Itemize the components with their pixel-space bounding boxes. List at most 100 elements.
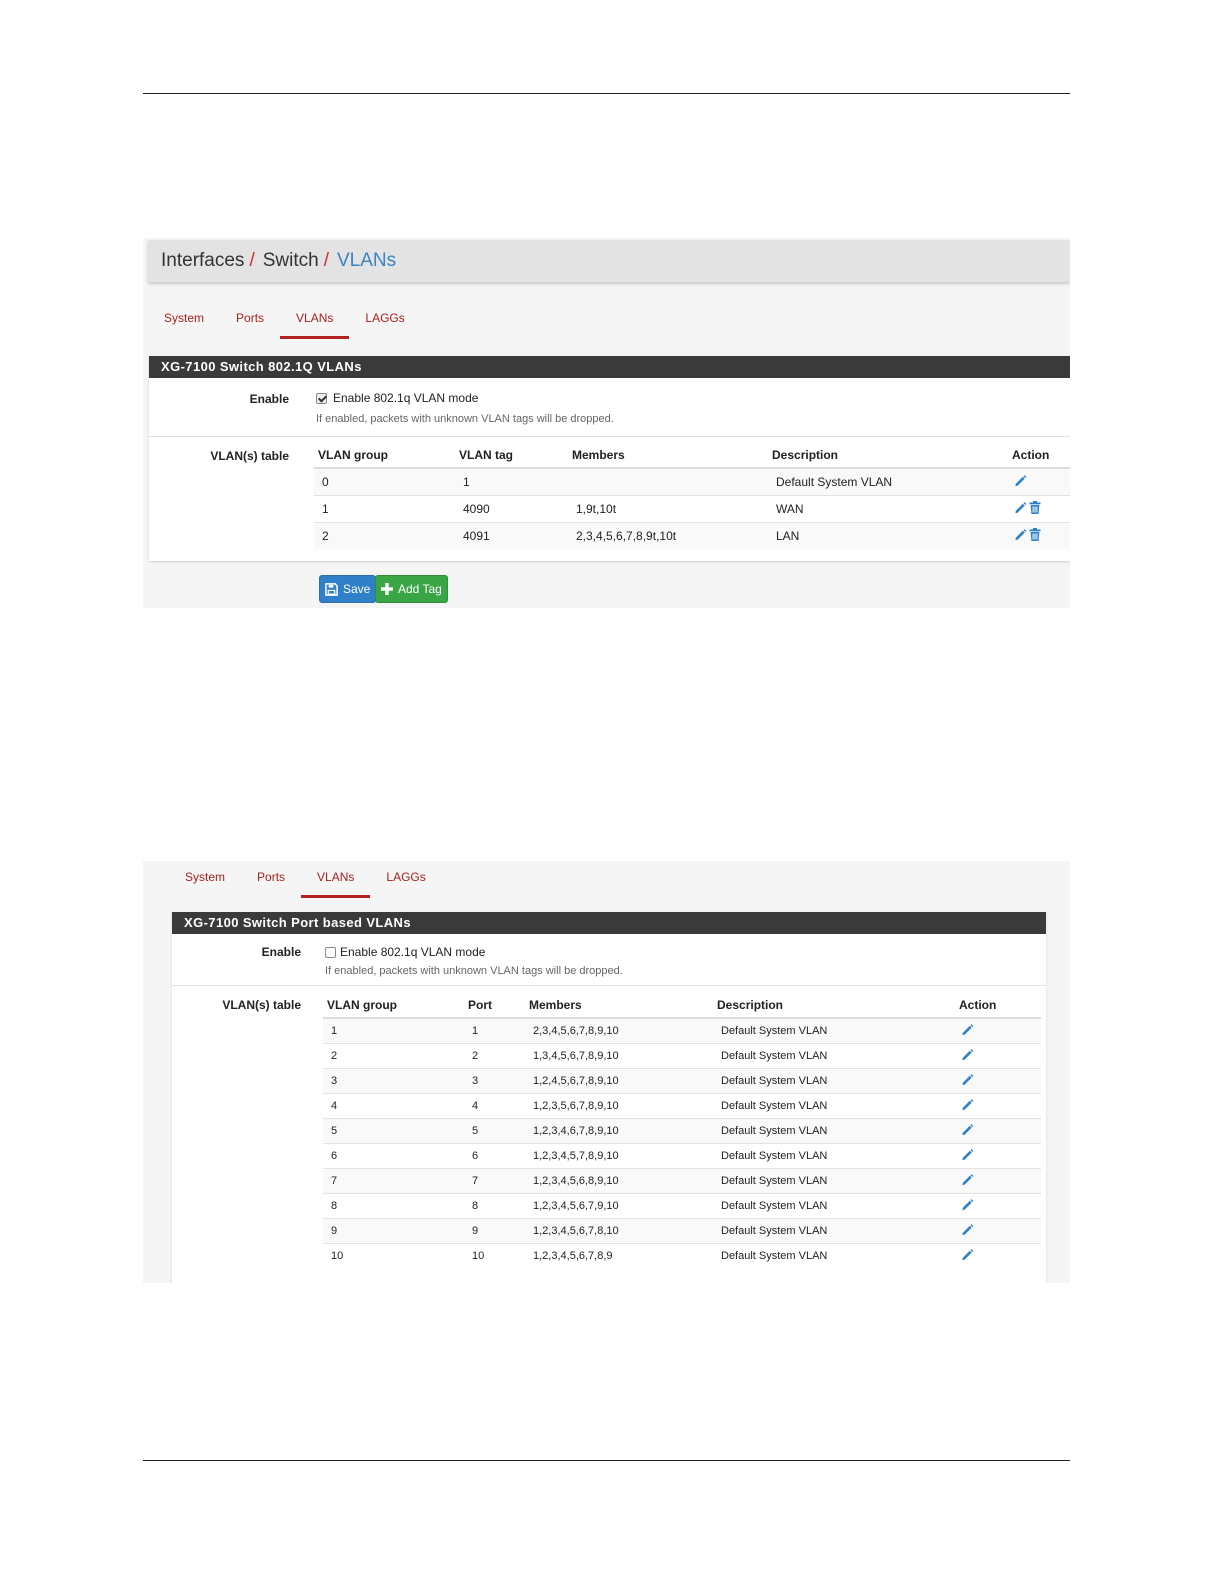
- cell-members: 1,2,3,4,6,7,8,9,10: [525, 1117, 713, 1143]
- cell-vlan-tag: 4091: [455, 521, 568, 549]
- cell-vlan-group: 2: [314, 521, 455, 549]
- table-row: 8 8 1,2,3,4,5,6,7,9,10 Default System VLAN: [323, 1192, 1041, 1218]
- cell-vlan-group: 5: [323, 1117, 464, 1143]
- col-action: Action: [955, 994, 1041, 1019]
- tab-laggs[interactable]: LAGGs: [349, 305, 420, 339]
- col-members: Members: [525, 994, 713, 1019]
- table-row: 9 9 1,2,3,4,5,6,7,8,10 Default System VLAN: [323, 1217, 1041, 1243]
- cell-action: [955, 1042, 1041, 1068]
- edit-icon[interactable]: [961, 1173, 974, 1189]
- enable-checkbox[interactable]: [316, 393, 327, 404]
- cell-vlan-group: 1: [314, 494, 455, 522]
- save-button[interactable]: Save: [319, 575, 377, 603]
- table-row: 10 10 1,2,3,4,5,6,7,8,9 Default System VLAN: [323, 1242, 1041, 1268]
- table-row: 2 2 1,3,4,5,6,7,8,9,10 Default System VLAN: [323, 1042, 1041, 1068]
- plus-icon: [381, 583, 393, 595]
- edit-icon[interactable]: [961, 1098, 974, 1114]
- save-button-label: Save: [343, 582, 371, 596]
- row-divider: [149, 436, 1070, 437]
- delete-icon[interactable]: [1029, 527, 1041, 544]
- tab-system[interactable]: System: [169, 864, 241, 898]
- edit-icon[interactable]: [961, 1223, 974, 1239]
- cell-description: Default System VLAN: [713, 1092, 955, 1118]
- cell-port: 3: [464, 1067, 525, 1093]
- edit-icon[interactable]: [1014, 528, 1027, 544]
- enable-label: Enable: [261, 945, 301, 959]
- cell-action: [955, 1067, 1041, 1093]
- cell-description: Default System VLAN: [713, 1042, 955, 1068]
- table-row: 5 5 1,2,3,4,6,7,8,9,10 Default System VLAN: [323, 1117, 1041, 1143]
- edit-icon[interactable]: [961, 1048, 974, 1064]
- tab-vlans[interactable]: VLANs: [301, 864, 371, 898]
- edit-icon[interactable]: [961, 1023, 974, 1039]
- edit-icon[interactable]: [1014, 501, 1027, 517]
- edit-icon[interactable]: [961, 1148, 974, 1164]
- cell-port: 10: [464, 1242, 525, 1268]
- cell-port: 8: [464, 1192, 525, 1218]
- col-action: Action: [1008, 444, 1070, 469]
- tab-bar: System Ports VLANs LAGGs: [169, 864, 442, 898]
- breadcrumb-separator: /: [249, 250, 255, 271]
- tab-ports[interactable]: Ports: [241, 864, 301, 898]
- cell-description: WAN: [768, 494, 1008, 522]
- row-divider: [172, 985, 1046, 986]
- cell-action: [955, 1242, 1041, 1268]
- delete-icon[interactable]: [1029, 500, 1041, 517]
- breadcrumb-separator: /: [323, 250, 329, 271]
- page-top-rule: [143, 93, 1070, 94]
- breadcrumb: Interfaces / Switch / VLANs: [148, 240, 1070, 282]
- edit-icon[interactable]: [961, 1073, 974, 1089]
- cell-port: 6: [464, 1142, 525, 1168]
- cell-members: 1,9t,10t: [568, 494, 768, 522]
- cell-members: 1,2,3,5,6,7,8,9,10: [525, 1092, 713, 1118]
- edit-icon[interactable]: [961, 1123, 974, 1139]
- cell-vlan-group: 6: [323, 1142, 464, 1168]
- screenshot-802-1q-vlans: Interfaces / Switch / VLANs System Ports…: [143, 238, 1070, 608]
- cell-members: 1,2,3,4,5,7,8,9,10: [525, 1142, 713, 1168]
- cell-action: [1008, 467, 1070, 495]
- enable-checkbox[interactable]: [325, 947, 336, 958]
- table-row: 6 6 1,2,3,4,5,7,8,9,10 Default System VLAN: [323, 1142, 1041, 1168]
- cell-vlan-group: 10: [323, 1242, 464, 1268]
- col-vlan-group: VLAN group: [314, 444, 455, 469]
- cell-members: 1,3,4,5,6,7,8,9,10: [525, 1042, 713, 1068]
- cell-port: 2: [464, 1042, 525, 1068]
- cell-port: 1: [464, 1017, 525, 1043]
- cell-action: [955, 1217, 1041, 1243]
- cell-action: [955, 1192, 1041, 1218]
- tab-laggs[interactable]: LAGGs: [370, 864, 441, 898]
- vlan-panel: XG-7100 Switch Port based VLANs Enable E…: [172, 912, 1046, 1283]
- cell-description: Default System VLAN: [713, 1017, 955, 1043]
- col-members: Members: [568, 444, 768, 469]
- edit-icon[interactable]: [1014, 474, 1027, 490]
- cell-vlan-group: 3: [323, 1067, 464, 1093]
- cell-action: [955, 1017, 1041, 1043]
- tab-system[interactable]: System: [148, 305, 220, 339]
- cell-action: [955, 1092, 1041, 1118]
- cell-description: LAN: [768, 521, 1008, 549]
- breadcrumb-switch[interactable]: Switch: [263, 250, 319, 272]
- tab-vlans[interactable]: VLANs: [280, 305, 350, 339]
- col-description: Description: [713, 994, 955, 1019]
- vlan-table-label: VLAN(s) table: [222, 998, 301, 1012]
- breadcrumb-interfaces[interactable]: Interfaces: [161, 250, 244, 272]
- save-icon: [325, 582, 338, 596]
- tab-ports[interactable]: Ports: [220, 305, 280, 339]
- cell-vlan-tag: 1: [455, 467, 568, 495]
- col-vlan-tag: VLAN tag: [455, 444, 568, 469]
- add-tag-button-label: Add Tag: [398, 582, 442, 596]
- cell-vlan-group: 2: [323, 1042, 464, 1068]
- edit-icon[interactable]: [961, 1248, 974, 1264]
- enable-help-text: If enabled, packets with unknown VLAN ta…: [325, 965, 623, 977]
- vlan-table: VLAN group Port Members Description Acti…: [323, 994, 1041, 1268]
- cell-port: 7: [464, 1167, 525, 1193]
- edit-icon[interactable]: [961, 1198, 974, 1214]
- col-port: Port: [464, 994, 525, 1019]
- cell-members: 2,3,4,5,6,7,8,9t,10t: [568, 521, 768, 549]
- cell-action: [955, 1167, 1041, 1193]
- cell-members: 1,2,4,5,6,7,8,9,10: [525, 1067, 713, 1093]
- cell-description: Default System VLAN: [713, 1142, 955, 1168]
- enable-label: Enable: [249, 392, 289, 406]
- breadcrumb-current[interactable]: VLANs: [337, 250, 396, 272]
- add-tag-button[interactable]: Add Tag: [375, 575, 448, 603]
